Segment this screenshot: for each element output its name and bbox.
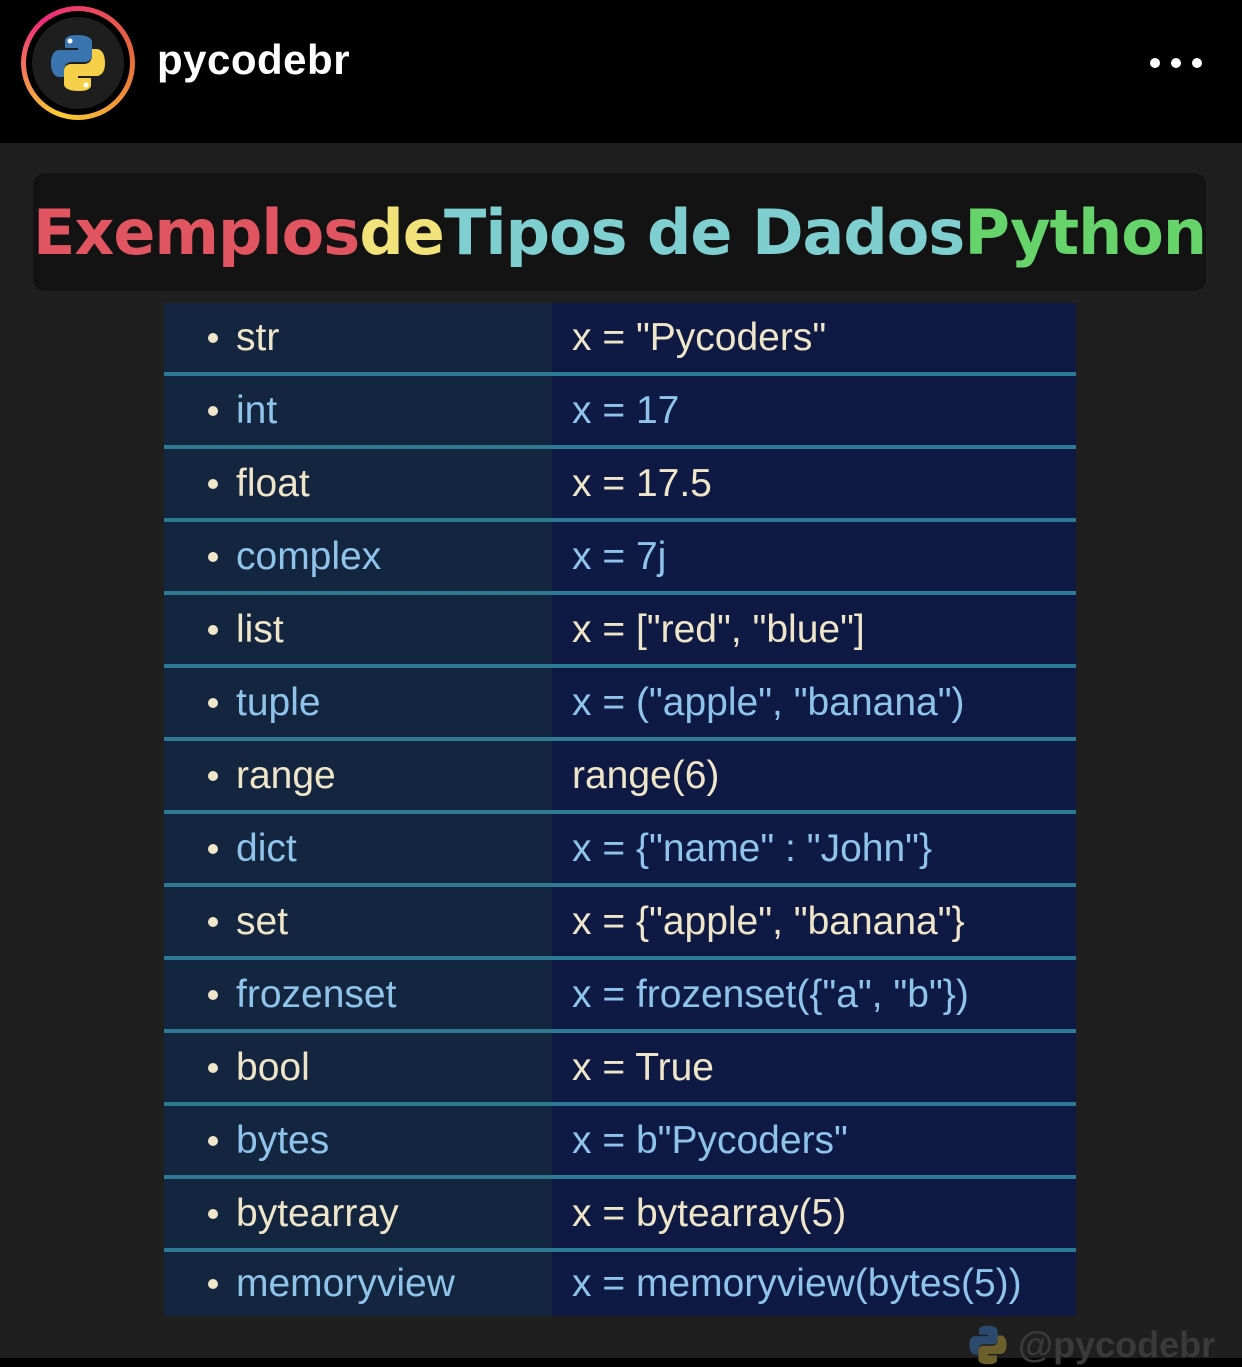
type-name: frozenset: [236, 972, 397, 1016]
type-cell: bytearray: [164, 1179, 552, 1248]
title-word-4: Python: [964, 195, 1208, 269]
watermark-text: @pycodebr: [1018, 1324, 1216, 1365]
data-types-table: str x = "Pycoders" int x = 17 float x = 17.5 c…: [164, 303, 1076, 1316]
python-logo-icon: [969, 1325, 1007, 1365]
example-code: x = memoryview(bytes(5)): [572, 1262, 1022, 1305]
more-options-icon[interactable]: [1150, 52, 1202, 74]
bullet-icon: [208, 478, 218, 489]
example-cell: x = ["red", "blue"]: [552, 595, 1076, 664]
bullet-icon: [208, 1279, 218, 1289]
example-cell: x = frozenset({"a", "b"}): [552, 960, 1076, 1029]
table-row: tuple x = ("apple", "banana"): [164, 668, 1076, 741]
table-row: range range(6): [164, 741, 1076, 814]
bullet-icon: [208, 843, 218, 854]
table-row: int x = 17: [164, 376, 1076, 449]
type-cell: bool: [164, 1033, 552, 1102]
type-cell: frozenset: [164, 960, 552, 1029]
type-cell: dict: [164, 814, 552, 883]
bullet-icon: [208, 916, 218, 927]
table-row: set x = {"apple", "banana"}: [164, 887, 1076, 960]
table-row: bool x = True: [164, 1033, 1076, 1106]
type-name: tuple: [236, 680, 321, 724]
type-name: set: [236, 899, 289, 943]
type-cell: str: [164, 303, 552, 372]
bullet-icon: [208, 624, 218, 635]
example-code: x = 7j: [572, 534, 667, 578]
post-image: Exemplos de Tipos de Dados Python str x =…: [0, 143, 1242, 1365]
type-cell: float: [164, 449, 552, 518]
type-name: range: [236, 753, 336, 797]
table-row: complex x = 7j: [164, 522, 1076, 595]
table-row: list x = ["red", "blue"]: [164, 595, 1076, 668]
example-cell: x = 17: [552, 376, 1076, 445]
bullet-icon: [208, 1062, 218, 1073]
type-name: complex: [236, 534, 382, 578]
example-cell: x = "Pycoders": [552, 303, 1076, 372]
type-cell: int: [164, 376, 552, 445]
bullet-icon: [208, 1135, 218, 1146]
type-name: list: [236, 607, 284, 651]
example-cell: x = {"name" : "John"}: [552, 814, 1076, 883]
type-cell: set: [164, 887, 552, 956]
watermark: @pycodebr: [966, 1323, 1215, 1367]
example-cell: x = True: [552, 1033, 1076, 1102]
example-cell: x = 7j: [552, 522, 1076, 591]
example-cell: x = {"apple", "banana"}: [552, 887, 1076, 956]
python-logo-icon: [32, 17, 124, 109]
type-cell: memoryview: [164, 1252, 552, 1316]
example-cell: x = bytearray(5): [552, 1179, 1076, 1248]
table-row: float x = 17.5: [164, 449, 1076, 522]
example-cell: range(6): [552, 741, 1076, 810]
title-word-3: Tipos de Dados: [444, 195, 965, 269]
example-code: x = ("apple", "banana"): [572, 680, 965, 724]
bullet-icon: [208, 989, 218, 1000]
type-name: memoryview: [236, 1262, 455, 1305]
post-title: Exemplos de Tipos de Dados Python: [33, 173, 1208, 291]
avatar[interactable]: [21, 6, 135, 120]
username[interactable]: pycodebr: [157, 36, 350, 84]
table-row: bytes x = b"Pycoders": [164, 1106, 1076, 1179]
example-code: x = 17.5: [572, 461, 712, 505]
example-cell: x = ("apple", "banana"): [552, 668, 1076, 737]
example-code: x = True: [572, 1045, 714, 1089]
bullet-icon: [208, 770, 218, 781]
bullet-icon: [208, 1208, 218, 1219]
table-row: memoryview x = memoryview(bytes(5)): [164, 1252, 1076, 1316]
type-name: int: [236, 388, 278, 432]
type-cell: range: [164, 741, 552, 810]
type-name: bool: [236, 1045, 310, 1089]
example-code: x = {"name" : "John"}: [572, 826, 933, 870]
example-cell: x = 17.5: [552, 449, 1076, 518]
example-code: x = 17: [572, 388, 680, 432]
type-cell: list: [164, 595, 552, 664]
bullet-icon: [208, 551, 218, 562]
type-name: bytearray: [236, 1191, 399, 1235]
title-word-2: de: [359, 195, 444, 269]
table-row: frozenset x = frozenset({"a", "b"}): [164, 960, 1076, 1033]
title-word-1: Exemplos: [33, 195, 360, 269]
bullet-icon: [208, 405, 218, 416]
example-code: range(6): [572, 753, 720, 797]
table-row: str x = "Pycoders": [164, 303, 1076, 376]
example-cell: x = memoryview(bytes(5)): [552, 1252, 1076, 1316]
example-code: x = bytearray(5): [572, 1191, 847, 1235]
example-code: x = {"apple", "banana"}: [572, 899, 965, 943]
type-name: bytes: [236, 1118, 330, 1162]
type-cell: bytes: [164, 1106, 552, 1175]
table-row: dict x = {"name" : "John"}: [164, 814, 1076, 887]
bullet-icon: [208, 697, 218, 708]
table-row: bytearray x = bytearray(5): [164, 1179, 1076, 1252]
example-code: x = ["red", "blue"]: [572, 607, 865, 651]
post-header: pycodebr: [0, 0, 1242, 143]
type-name: str: [236, 315, 280, 359]
type-cell: tuple: [164, 668, 552, 737]
example-code: x = b"Pycoders": [572, 1118, 848, 1162]
example-cell: x = b"Pycoders": [552, 1106, 1076, 1175]
example-code: x = "Pycoders": [572, 315, 827, 359]
bullet-icon: [208, 332, 218, 343]
type-name: float: [236, 461, 310, 505]
example-code: x = frozenset({"a", "b"}): [572, 972, 969, 1016]
type-cell: complex: [164, 522, 552, 591]
type-name: dict: [236, 826, 297, 870]
